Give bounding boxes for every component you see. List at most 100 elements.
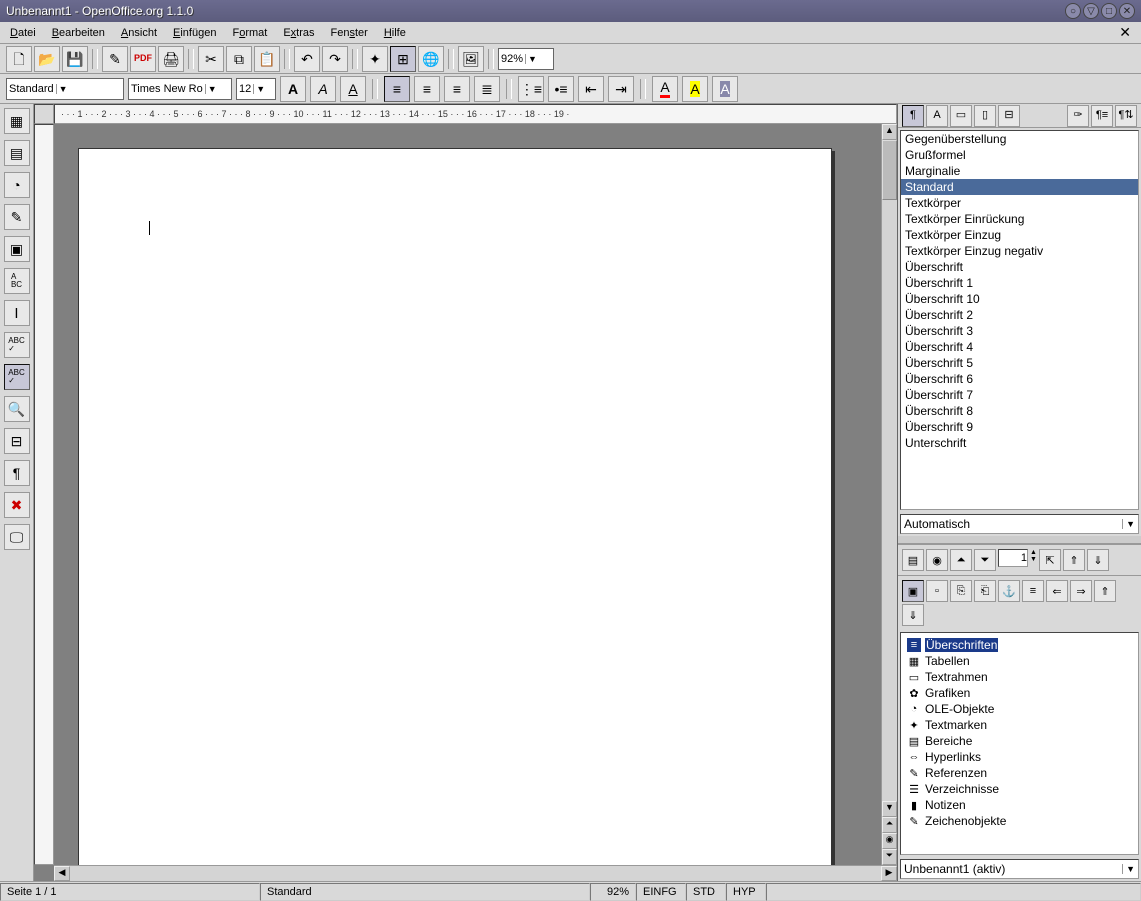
menu-hilfe[interactable]: Hilfe [380, 25, 410, 41]
style-item[interactable]: Überschrift 10 [901, 291, 1138, 307]
navigator-item[interactable]: ◔OLE-Objekte [905, 701, 1134, 717]
style-item[interactable]: Gegenüberstellung [901, 131, 1138, 147]
scroll-left-button[interactable]: ◀ [54, 866, 70, 881]
font-name-select[interactable]: Times New Ro ▼ [128, 78, 232, 100]
navigator-item[interactable]: ✎Zeichenobjekte [905, 813, 1134, 829]
close-button[interactable]: ✕ [1119, 3, 1135, 19]
style-item[interactable]: Überschrift 4 [901, 339, 1138, 355]
navigator-item[interactable]: ▮Notizen [905, 797, 1134, 813]
scroll-down-button[interactable]: ▼ [882, 801, 897, 817]
navigator-item[interactable]: ≡Überschriften [905, 637, 1134, 653]
nav-header-button[interactable]: ⎘ [950, 580, 972, 602]
navigator-item[interactable]: ☰Verzeichnisse [905, 781, 1134, 797]
minimize-button[interactable]: ○ [1065, 3, 1081, 19]
status-selection[interactable]: STD [686, 883, 726, 901]
nav-chapter-up-button[interactable]: ⇑ [1063, 549, 1085, 571]
nav-toggle-button[interactable]: ▤ [902, 549, 924, 571]
print-button[interactable]: 🖨 [158, 46, 184, 72]
underline-button[interactable]: A [340, 76, 366, 102]
menu-datei[interactable]: Datei [6, 25, 40, 41]
style-filter-select[interactable]: Automatisch ▼ [900, 514, 1139, 534]
spin-up[interactable]: ▲ [1030, 549, 1037, 556]
nav-footer-button[interactable]: ⎗ [974, 580, 996, 602]
navigator-item[interactable]: ▤Bereiche [905, 733, 1134, 749]
frame-styles-tab[interactable]: ▭ [950, 105, 972, 127]
nav-set-reminder-button[interactable]: ▫ [926, 580, 948, 602]
cut-button[interactable]: ✂ [198, 46, 224, 72]
navigator-tree[interactable]: ≡Überschriften▦Tabellen▭Textrahmen✿Grafi… [900, 632, 1139, 855]
style-item[interactable]: Überschrift [901, 259, 1138, 275]
spellcheck-button[interactable]: ABC✓ [4, 332, 30, 358]
bold-button[interactable]: A [280, 76, 306, 102]
prev-page-button[interactable]: ⏶ [882, 817, 897, 833]
zoom-select[interactable]: 92% ▼ [498, 48, 554, 70]
insert-fields-button[interactable]: ▤ [4, 140, 30, 166]
direct-cursor-button[interactable]: Ⅰ [4, 300, 30, 326]
navigator-item[interactable]: ⇔Hyperlinks [905, 749, 1134, 765]
status-insert[interactable]: EINFG [636, 883, 686, 901]
nav-heading-levels-button[interactable]: ≡ [1022, 580, 1044, 602]
scroll-thumb[interactable] [882, 140, 897, 200]
next-page-button[interactable]: ⏷ [882, 849, 897, 865]
status-hyphenation[interactable]: HYP [726, 883, 766, 901]
nav-chapter-down-button[interactable]: ⇓ [1087, 549, 1109, 571]
horizontal-scrollbar[interactable]: ◀ ▶ [54, 865, 897, 881]
scroll-up-button[interactable]: ▲ [882, 124, 897, 140]
open-button[interactable]: 📂 [34, 46, 60, 72]
fill-format-button[interactable]: ✑ [1067, 105, 1089, 127]
save-button[interactable]: 💾 [62, 46, 88, 72]
style-item[interactable]: Marginalie [901, 163, 1138, 179]
style-item[interactable]: Überschrift 7 [901, 387, 1138, 403]
nav-nav-button[interactable]: ◉ [926, 549, 948, 571]
character-styles-tab[interactable]: A [926, 105, 948, 127]
menu-bearbeiten[interactable]: Bearbeiten [48, 25, 109, 41]
nav-demote-button[interactable]: ⇒ [1070, 580, 1092, 602]
style-item[interactable]: Textkörper [901, 195, 1138, 211]
horizontal-ruler[interactable]: · · · 1 · · · 2 · · · 3 · · · 4 · · · 5 … [54, 104, 897, 124]
data-sources-button[interactable]: ⊟ [4, 428, 30, 454]
menu-ansicht[interactable]: Ansicht [117, 25, 161, 41]
align-left-button[interactable]: ≡ [384, 76, 410, 102]
menu-einfuegen[interactable]: Einfügen [169, 25, 220, 41]
font-size-select[interactable]: 12 ▼ [236, 78, 276, 100]
style-item[interactable]: Textkörper Einzug negativ [901, 243, 1138, 259]
navigator-doc-select[interactable]: Unbenannt1 (aktiv) ▼ [900, 859, 1139, 879]
gallery-button[interactable]: 🖼 [458, 46, 484, 72]
menu-extras[interactable]: Extras [279, 25, 318, 41]
document-close-button[interactable]: ✕ [1115, 24, 1135, 41]
page-styles-tab[interactable]: ▯ [974, 105, 996, 127]
insert-draw-button[interactable]: ✎ [4, 204, 30, 230]
italic-button[interactable]: A [310, 76, 336, 102]
status-style[interactable]: Standard [260, 883, 590, 901]
paste-button[interactable]: 📋 [254, 46, 280, 72]
bullets-button[interactable]: •≡ [548, 76, 574, 102]
numbering-button[interactable]: ⋮≡ [518, 76, 544, 102]
font-color-button[interactable]: A [652, 76, 678, 102]
graphics-onoff-button[interactable]: ✖ [4, 492, 30, 518]
undo-button[interactable]: ↶ [294, 46, 320, 72]
increase-indent-button[interactable]: ⇥ [608, 76, 634, 102]
edit-doc-button[interactable]: ✎ [102, 46, 128, 72]
nav-promote-button[interactable]: ⇐ [1046, 580, 1068, 602]
stylist-button[interactable]: ⊞ [390, 46, 416, 72]
navigator-item[interactable]: ▦Tabellen [905, 653, 1134, 669]
menu-fenster[interactable]: Fenster [327, 25, 372, 41]
style-item[interactable]: Textkörper Einzug [901, 227, 1138, 243]
style-item[interactable]: Überschrift 9 [901, 419, 1138, 435]
style-item[interactable]: Überschrift 5 [901, 355, 1138, 371]
nav-content-view-button[interactable]: ▣ [902, 580, 924, 602]
restore-button[interactable]: □ [1101, 3, 1117, 19]
style-item[interactable]: Überschrift 8 [901, 403, 1138, 419]
style-item[interactable]: Standard [901, 179, 1138, 195]
document-page[interactable] [78, 148, 832, 865]
nav-page-input[interactable] [998, 549, 1028, 567]
paragraph-styles-tab[interactable]: ¶ [902, 105, 924, 127]
paragraph-style-select[interactable]: Standard ▼ [6, 78, 124, 100]
redo-button[interactable]: ↷ [322, 46, 348, 72]
nav-target-button[interactable]: ◉ [882, 833, 897, 849]
nav-dragmode-button[interactable]: ⇱ [1039, 549, 1061, 571]
style-list[interactable]: GegenüberstellungGrußformelMarginalieSta… [900, 130, 1139, 510]
update-style-button[interactable]: ¶⇅ [1115, 105, 1137, 127]
export-pdf-button[interactable]: PDF [130, 46, 156, 72]
style-item[interactable]: Überschrift 6 [901, 371, 1138, 387]
